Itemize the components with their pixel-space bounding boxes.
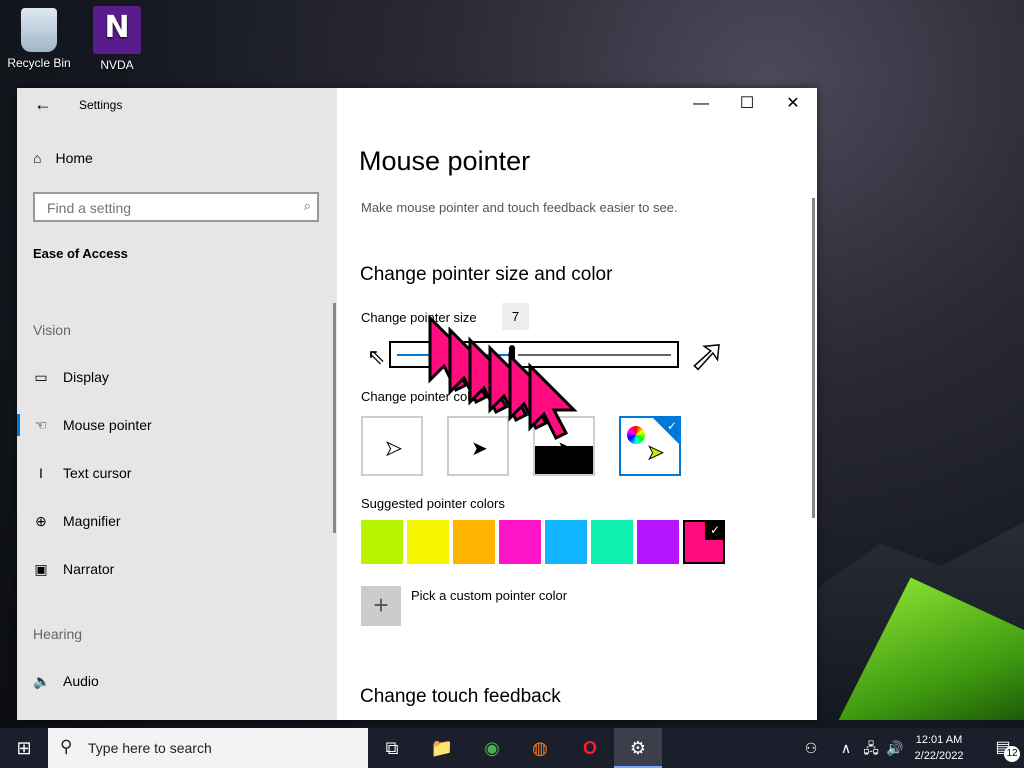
- custom-color-label[interactable]: Pick a custom pointer color: [411, 588, 567, 603]
- task-view-icon[interactable]: ⧉: [368, 728, 416, 768]
- pointer-color-swatch[interactable]: [591, 520, 633, 564]
- audio-icon: 🔈: [33, 672, 51, 689]
- pointer-color-swatch[interactable]: [361, 520, 403, 564]
- sidebar: ← Settings ⌂ Home ⌕ Ease of Access Visio…: [17, 88, 337, 720]
- taskbar-search-placeholder: Type here to search: [88, 740, 212, 756]
- sidebar-item-label: Magnifier: [63, 513, 121, 529]
- pointer-color-swatch[interactable]: ✓: [683, 520, 725, 564]
- black-pointer-icon: ➤: [471, 438, 488, 460]
- minimize-button[interactable]: —: [678, 88, 724, 120]
- clock-date: 2/22/2022: [914, 750, 964, 762]
- clock-time: 12:01 AM: [915, 734, 963, 746]
- sidebar-item-display[interactable]: ▭ Display: [33, 366, 109, 388]
- sidebar-item-label: Display: [63, 369, 109, 385]
- pointer-trail: [428, 314, 578, 441]
- file-explorer-icon[interactable]: 📁: [418, 728, 466, 768]
- active-indicator: [17, 414, 20, 436]
- sidebar-item-label: Narrator: [63, 561, 115, 577]
- search-icon: ⌕: [303, 198, 311, 213]
- recycle-bin-icon: [21, 8, 57, 52]
- check-icon: ✓: [666, 419, 677, 433]
- color-wheel-icon: [627, 426, 645, 444]
- chrome-icon[interactable]: ◉: [468, 728, 516, 768]
- notification-count-badge: 12: [1004, 746, 1020, 762]
- small-pointer-icon: ⇖: [367, 344, 386, 369]
- mouse-pointer-icon: ☜: [34, 416, 48, 433]
- white-pointer-icon: ➤: [385, 438, 403, 461]
- group-label-vision: Vision: [33, 322, 71, 338]
- pointer-color-swatch[interactable]: [453, 520, 495, 564]
- text-cursor-icon: I: [39, 465, 43, 481]
- settings-window: ← Settings ⌂ Home ⌕ Ease of Access Visio…: [17, 88, 817, 720]
- add-custom-color-button[interactable]: +: [361, 586, 401, 626]
- pointer-color-swatch[interactable]: [637, 520, 679, 564]
- magnifier-icon: ⊕: [35, 512, 47, 529]
- close-button[interactable]: ✕: [770, 88, 816, 120]
- nvda-icon: N: [93, 6, 141, 54]
- sidebar-item-text-cursor[interactable]: I Text cursor: [33, 462, 131, 484]
- pointer-color-swatch[interactable]: [545, 520, 587, 564]
- find-setting-input[interactable]: [45, 199, 289, 217]
- sidebar-item-label: Mouse pointer: [63, 417, 152, 433]
- category-heading: Ease of Access: [33, 246, 128, 261]
- taskbar: ⊞ ⚲ Type here to search ⧉ 📁 ◉ ◍ O ⚙ ⚇ ∧ …: [0, 728, 1024, 768]
- sidebar-item-label: Audio: [63, 673, 99, 689]
- recycle-bin-label: Recycle Bin: [7, 56, 71, 70]
- pointer-color-swatch[interactable]: [407, 520, 449, 564]
- opera-icon[interactable]: O: [566, 728, 614, 768]
- group-label-hearing: Hearing: [33, 626, 83, 642]
- find-setting-search[interactable]: ⌕: [33, 192, 319, 222]
- nvda-desktop-icon[interactable]: N NVDA: [81, 6, 153, 72]
- large-pointer-icon: ➚: [688, 331, 726, 380]
- home-icon: ⌂: [33, 150, 42, 166]
- people-icon[interactable]: ⚇: [800, 728, 822, 768]
- pointer-color-white[interactable]: ➤: [361, 416, 423, 476]
- pointer-color-swatch[interactable]: [499, 520, 541, 564]
- section-heading-pointer: Change pointer size and color: [360, 264, 613, 285]
- pointer-color-custom[interactable]: ➤ ✓: [619, 416, 681, 476]
- window-title: Settings: [79, 98, 123, 112]
- inverted-pointer-icon: ➤: [557, 438, 574, 460]
- display-icon: ▭: [34, 368, 48, 385]
- main-scrollbar[interactable]: [812, 198, 815, 518]
- start-button[interactable]: ⊞: [0, 728, 48, 768]
- maximize-button[interactable]: ☐: [724, 88, 770, 120]
- sidebar-item-audio[interactable]: 🔈 Audio: [33, 670, 99, 692]
- suggested-colors-label: Suggested pointer colors: [361, 496, 505, 511]
- action-center-button[interactable]: ▤ 12: [982, 728, 1024, 768]
- firefox-icon[interactable]: ◍: [516, 728, 564, 768]
- clock[interactable]: 12:01 AM 2/22/2022: [905, 732, 973, 764]
- back-arrow-icon[interactable]: ←: [31, 94, 55, 114]
- nvda-label: NVDA: [100, 58, 134, 72]
- check-icon: ✓: [705, 520, 725, 540]
- taskbar-search[interactable]: ⚲ Type here to search: [48, 728, 368, 768]
- page-title: Mouse pointer: [359, 146, 531, 176]
- section-heading-touch: Change touch feedback: [360, 686, 561, 707]
- sidebar-item-mouse-pointer[interactable]: ☜ Mouse pointer: [33, 414, 152, 436]
- volume-icon[interactable]: 🔊: [884, 728, 906, 768]
- recycle-bin-desktop-icon[interactable]: Recycle Bin: [3, 8, 75, 70]
- sidebar-scrollbar[interactable]: [333, 303, 336, 533]
- sidebar-item-label: Text cursor: [63, 465, 132, 481]
- chevron-up-icon[interactable]: ∧: [836, 728, 856, 768]
- sidebar-item-narrator[interactable]: ▣ Narrator: [33, 558, 114, 580]
- settings-app-icon[interactable]: ⚙: [614, 728, 662, 768]
- sidebar-item-magnifier[interactable]: ⊕ Magnifier: [33, 510, 121, 532]
- search-icon: ⚲: [60, 737, 73, 756]
- network-icon[interactable]: 🖧: [860, 728, 882, 768]
- page-description: Make mouse pointer and touch feedback ea…: [361, 200, 678, 215]
- home-label: Home: [55, 150, 93, 166]
- narrator-icon: ▣: [34, 560, 48, 577]
- sidebar-item-home[interactable]: ⌂ Home: [33, 150, 93, 166]
